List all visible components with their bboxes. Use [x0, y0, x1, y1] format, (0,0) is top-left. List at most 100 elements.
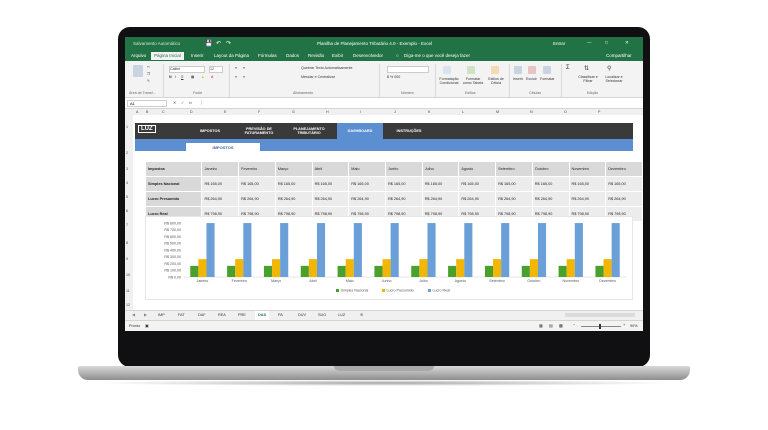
autosum-icon[interactable]: Σ: [566, 65, 570, 71]
value-cell[interactable]: R$ 264,90: [531, 191, 570, 207]
nav-dashboard[interactable]: DASHBOARD: [337, 123, 383, 139]
value-cell[interactable]: Maio: [348, 161, 386, 177]
value-cell[interactable]: R$ 165,00: [238, 176, 276, 192]
zoom-slider-thumb[interactable]: [599, 324, 601, 329]
value-cell[interactable]: R$ 165,00: [201, 176, 240, 192]
row-header[interactable]: 3: [126, 167, 128, 171]
value-cell[interactable]: Setembro: [495, 161, 533, 177]
cancel-formula-icon[interactable]: ✕: [173, 100, 176, 105]
row-label-cell[interactable]: Lucro Presumido: [144, 191, 203, 207]
find-select-button[interactable]: Localizar e Selecionar: [601, 75, 627, 83]
format-table-icon[interactable]: [467, 66, 475, 74]
page-break-view-icon[interactable]: ▩: [559, 323, 563, 328]
align-top-icon[interactable]: ≡: [235, 66, 237, 70]
value-cell[interactable]: R$ 264,90: [311, 191, 350, 207]
paste-icon[interactable]: [133, 65, 143, 77]
fill-color-icon[interactable]: ▲: [201, 75, 205, 79]
value-cell[interactable]: Novembro: [568, 161, 607, 177]
zoom-out-icon[interactable]: −: [573, 323, 575, 327]
value-cell[interactable]: Janeiro: [201, 161, 240, 177]
sheet-tab-imp[interactable]: IMP: [155, 311, 168, 320]
tab-exibir[interactable]: Exibir: [329, 52, 346, 60]
value-cell[interactable]: R$ 264,90: [348, 191, 386, 207]
cut-icon[interactable]: ✂: [147, 65, 150, 69]
sheet-tab-duv[interactable]: DUV: [295, 311, 309, 320]
value-cell[interactable]: R$ 264,90: [274, 191, 313, 207]
delete-cells-icon[interactable]: [528, 66, 536, 74]
column-header[interactable]: J: [394, 110, 396, 114]
number-format-select[interactable]: [387, 66, 429, 73]
value-cell[interactable]: Dezembro: [605, 161, 643, 177]
value-cell[interactable]: R$ 264,90: [605, 191, 643, 207]
value-cell[interactable]: Junho: [384, 161, 423, 177]
format-painter-icon[interactable]: ✎: [147, 79, 150, 83]
zoom-in-icon[interactable]: +: [623, 323, 625, 327]
undo-icon[interactable]: ↶: [216, 40, 221, 47]
borders-icon[interactable]: ▦: [191, 75, 194, 79]
format-cells-button[interactable]: Formatar: [540, 77, 555, 81]
zoom-level[interactable]: 90%: [630, 324, 638, 328]
tab-pagina-inicial[interactable]: Página Inicial: [151, 52, 184, 60]
column-header[interactable]: E: [224, 110, 226, 114]
italic-button[interactable]: I: [175, 75, 176, 79]
value-cell[interactable]: R$ 264,90: [568, 191, 607, 207]
tell-me-search[interactable]: Diga-me o que você deseja fazer: [401, 52, 473, 60]
save-icon[interactable]: 💾: [205, 40, 212, 47]
wrap-text-button[interactable]: Quebrar Texto Automaticamente: [301, 66, 352, 70]
copy-icon[interactable]: ❐: [147, 72, 150, 76]
value-cell[interactable]: R$ 165,00: [605, 176, 643, 192]
autosave-label[interactable]: Salvamento Automático: [133, 41, 180, 46]
value-cell[interactable]: R$ 165,00: [531, 176, 570, 192]
sheet-tab-pre[interactable]: PRE: [235, 311, 249, 320]
row-header[interactable]: 7: [126, 223, 128, 227]
fx-button[interactable]: fx: [189, 100, 192, 105]
insert-cells-button[interactable]: Inserir: [513, 77, 523, 81]
insert-cells-icon[interactable]: [514, 66, 522, 74]
cell-styles-button[interactable]: Estilos de Célula: [485, 77, 507, 85]
value-cell[interactable]: R$ 165,00: [421, 176, 460, 192]
value-cell[interactable]: R$ 264,90: [238, 191, 276, 207]
column-header[interactable]: N: [530, 110, 533, 114]
column-header[interactable]: G: [292, 110, 295, 114]
value-cell[interactable]: Outubro: [531, 161, 570, 177]
tab-arquivo[interactable]: Arquivo: [128, 52, 149, 60]
maximize-icon[interactable]: □: [605, 40, 608, 45]
align-center-icon[interactable]: ≡: [243, 75, 245, 79]
sheet-tab-rea[interactable]: REA: [215, 311, 229, 320]
close-icon[interactable]: ✕: [625, 40, 629, 46]
value-cell[interactable]: R$ 264,90: [201, 191, 240, 207]
horizontal-scrollbar[interactable]: [565, 313, 635, 317]
column-header[interactable]: L: [462, 110, 464, 114]
value-cell[interactable]: Julho: [421, 161, 460, 177]
value-cell[interactable]: R$ 165,00: [568, 176, 607, 192]
value-cell[interactable]: R$ 165,00: [274, 176, 313, 192]
column-header[interactable]: P: [598, 110, 600, 114]
column-header[interactable]: O: [564, 110, 567, 114]
redo-icon[interactable]: ↷: [226, 40, 231, 47]
sheet-tab-daf[interactable]: DAF: [195, 311, 209, 320]
tab-layout[interactable]: Layout da Página: [211, 52, 252, 60]
value-cell[interactable]: R$ 264,90: [458, 191, 497, 207]
prev-sheet-icon[interactable]: ◀: [129, 311, 138, 320]
find-select-icon[interactable]: ⚲: [607, 65, 611, 72]
tax-chart[interactable]: R$ 0,00 R$ 100,00 R$ 200,00 R$ 300,00 R$ 400…: [145, 216, 633, 300]
share-button[interactable]: Compartilhar: [603, 52, 635, 60]
row-header[interactable]: 1: [126, 125, 128, 129]
tab-formulas[interactable]: Fórmulas: [255, 52, 280, 60]
tab-dados[interactable]: Dados: [283, 52, 302, 60]
format-cells-icon[interactable]: [543, 66, 551, 74]
column-header[interactable]: I: [360, 110, 361, 114]
conditional-format-button[interactable]: Formatação Condicional: [437, 77, 461, 85]
value-cell[interactable]: R$ 264,90: [384, 191, 423, 207]
tab-inserir[interactable]: Inserir: [188, 52, 207, 60]
bold-button[interactable]: N: [169, 75, 172, 79]
column-header[interactable]: D: [190, 110, 193, 114]
row-header[interactable]: 8: [126, 241, 128, 245]
row-header[interactable]: 9: [126, 257, 128, 261]
minimize-icon[interactable]: —: [587, 40, 592, 45]
row-header[interactable]: 12: [126, 303, 130, 307]
font-size-select[interactable]: 12: [209, 66, 223, 73]
sheet-tab-luz[interactable]: LUZ: [335, 311, 348, 320]
macro-record-icon[interactable]: ▣: [145, 323, 149, 328]
value-cell[interactable]: R$ 165,00: [458, 176, 497, 192]
